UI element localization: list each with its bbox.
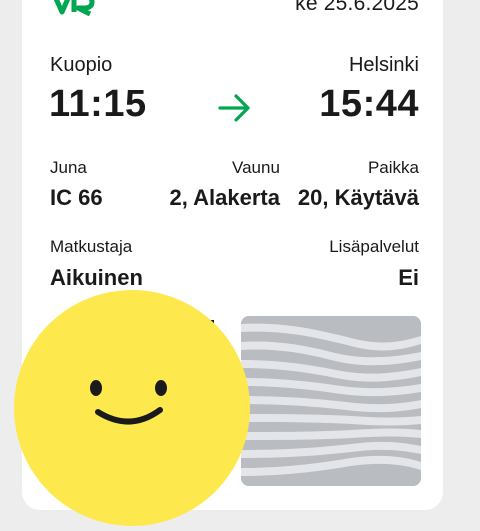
car-label: Vaunu [232, 158, 280, 177]
smiley-face-icon [14, 290, 250, 526]
arrow-right-icon [218, 94, 250, 122]
smile-mouth [95, 407, 163, 425]
wave-pattern-icon [241, 316, 421, 486]
arrival-station: Helsinki [348, 54, 419, 76]
extras-value: Ei [398, 265, 419, 290]
seat-value: 20, Käytävä [297, 185, 419, 210]
passenger-label: Matkustaja [50, 237, 133, 256]
train-label: Juna [50, 158, 87, 177]
departure-station: Kuopio [50, 54, 113, 76]
right-eye [155, 380, 167, 396]
car-value: 2, Alakerta [169, 185, 280, 210]
vr-logo-icon [53, 0, 95, 16]
extras-label: Lisäpalvelut [329, 237, 419, 256]
seat-label: Paikka [367, 158, 419, 177]
train-value: IC 66 [50, 185, 103, 210]
smiley-features [90, 380, 167, 425]
passenger-value: Aikuinen [50, 265, 143, 290]
travel-date: ke 25.6.2025 [295, 0, 419, 15]
departure-time: 11:15 [49, 83, 147, 125]
arrival-time: 15:44 [319, 83, 419, 125]
ticket-security-pattern [241, 316, 421, 486]
left-eye [90, 380, 102, 396]
